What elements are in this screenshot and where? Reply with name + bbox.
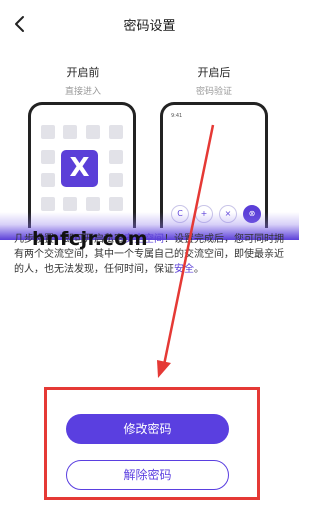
- annotation-highlight-box: [44, 387, 260, 500]
